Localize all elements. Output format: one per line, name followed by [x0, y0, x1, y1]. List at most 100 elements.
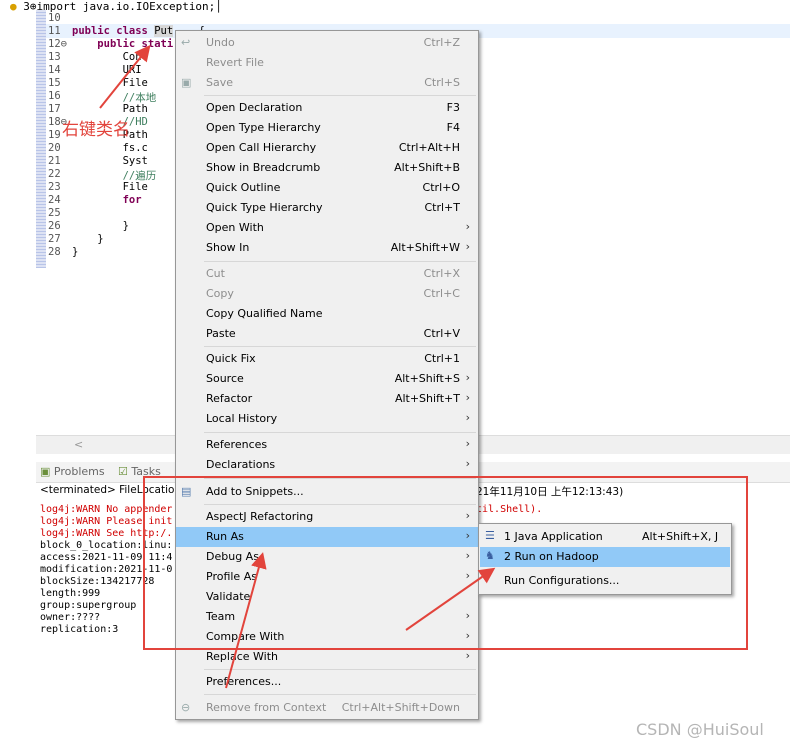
menu-item-refactor[interactable]: Refactor Alt+Shift+T ›	[176, 389, 478, 409]
submenu-item-label: 1 Java Application	[504, 530, 603, 543]
line-number: 16	[48, 90, 61, 102]
code-line: }	[72, 246, 78, 258]
menu-item-compare-with[interactable]: Compare With ›	[176, 627, 478, 647]
menu-item-aspectj-refactoring[interactable]: AspectJ Refactoring ›	[176, 507, 478, 527]
menu-item-label: Quick Outline	[206, 181, 281, 194]
menu-item-remove-from-context[interactable]: ⊖ Remove from Context Ctrl+Alt+Shift+Down	[176, 698, 478, 718]
menu-item-shortcut: Alt+Shift+W	[390, 241, 460, 254]
menu-item-label: Open Type Hierarchy	[206, 121, 321, 134]
console-header-right: 21年11月10日 上午12:13:43)	[476, 486, 624, 498]
menu-item-show-in[interactable]: Show In Alt+Shift+W ›	[176, 238, 478, 258]
submenu-arrow-icon: ›	[465, 411, 470, 424]
menu-item-paste[interactable]: Paste Ctrl+V	[176, 324, 478, 344]
menu-item-debug-as[interactable]: Debug As ›	[176, 547, 478, 567]
console-warn-line: log4j:WARN See http:/.	[40, 528, 173, 539]
tab-problems[interactable]: ▣ Problems	[40, 465, 105, 478]
menu-item-open-call-hierarchy[interactable]: Open Call Hierarchy Ctrl+Alt+H	[176, 138, 478, 158]
menu-item-show-in-breadcrumb[interactable]: Show in Breadcrumb Alt+Shift+B	[176, 158, 478, 178]
menu-item-cut[interactable]: Cut Ctrl+X	[176, 264, 478, 284]
menu-separator	[204, 95, 476, 96]
menu-item-undo[interactable]: ↩ Undo Ctrl+Z	[176, 33, 478, 53]
menu-item-shortcut: Ctrl+Alt+Shift+Down	[341, 701, 460, 714]
code-token: Put	[154, 25, 174, 37]
submenu-arrow-icon: ›	[465, 391, 470, 404]
submenu-item-1-java-application[interactable]: ☰ 1 Java Application Alt+Shift+X, J	[480, 527, 730, 547]
code-token: Path	[122, 103, 148, 115]
console-warn-right: til.Shell).	[476, 504, 543, 515]
line-number: 15	[48, 77, 61, 89]
code-line: }	[72, 220, 129, 232]
line-number: 28	[48, 246, 61, 258]
menu-item-label: Source	[206, 372, 244, 385]
menu-item-declarations[interactable]: Declarations ›	[176, 455, 478, 475]
console-output-line: owner:????	[40, 612, 101, 623]
lightbulb-icon: ●	[10, 0, 17, 13]
menu-item-profile-as[interactable]: Profile As ›	[176, 567, 478, 587]
menu-item-local-history[interactable]: Local History ›	[176, 409, 478, 429]
menu-item-run-as[interactable]: Run As ›	[176, 527, 478, 547]
menu-separator	[204, 346, 476, 347]
menu-item-replace-with[interactable]: Replace With ›	[176, 647, 478, 667]
code-line: File	[72, 77, 148, 89]
menu-item-open-type-hierarchy[interactable]: Open Type Hierarchy F4	[176, 118, 478, 138]
menu-item-validate[interactable]: Validate	[176, 587, 478, 607]
menu-item-quick-fix[interactable]: Quick Fix Ctrl+1	[176, 349, 478, 369]
tasks-icon: ☑	[118, 465, 128, 478]
menu-item-label: Undo	[206, 36, 235, 49]
remove-context-icon: ⊖	[181, 701, 191, 714]
menu-item-shortcut: Ctrl+1	[424, 352, 460, 365]
menu-item-label: Preferences...	[206, 675, 282, 688]
menu-item-add-to-snippets[interactable]: ▤ Add to Snippets...	[176, 482, 478, 502]
snippet-icon: ▤	[181, 485, 192, 498]
console-warn-line: log4j:WARN No appender	[40, 504, 173, 515]
menu-item-save[interactable]: ▣ Save Ctrl+S	[176, 73, 478, 93]
menu-item-copy-qualified-name[interactable]: Copy Qualified Name	[176, 304, 478, 324]
hadoop-elephant-icon: ♞	[485, 549, 495, 562]
menu-item-preferences[interactable]: Preferences...	[176, 672, 478, 692]
menu-item-label: Save	[206, 76, 234, 89]
menu-item-shortcut: Alt+Shift+S	[394, 372, 460, 385]
submenu-arrow-icon: ›	[465, 629, 470, 642]
submenu-item-run-configurations[interactable]: Run Configurations...	[480, 571, 730, 591]
menu-item-copy[interactable]: Copy Ctrl+C	[176, 284, 478, 304]
menu-item-label: Validate	[206, 590, 251, 603]
menu-item-label: Paste	[206, 327, 236, 340]
menu-item-source[interactable]: Source Alt+Shift+S ›	[176, 369, 478, 389]
code-token: Syst	[122, 155, 148, 167]
code-line: fs.c	[72, 142, 148, 154]
submenu-item-2-run-on-hadoop[interactable]: ♞ 2 Run on Hadoop	[480, 547, 730, 567]
menu-item-quick-type-hierarchy[interactable]: Quick Type Hierarchy Ctrl+T	[176, 198, 478, 218]
menu-item-shortcut: Alt+Shift+T	[394, 392, 460, 405]
submenu-arrow-icon: ›	[465, 609, 470, 622]
scroll-left-icon[interactable]: <	[74, 438, 83, 451]
code-line: File	[72, 181, 148, 193]
console-output-line: length:999	[40, 588, 101, 599]
menu-item-open-declaration[interactable]: Open Declaration F3	[176, 98, 478, 118]
problems-icon: ▣	[40, 465, 51, 478]
line-number: 13	[48, 51, 61, 63]
tab-tasks[interactable]: ☑ Tasks	[118, 465, 161, 478]
menu-item-revert-file[interactable]: Revert File	[176, 53, 478, 73]
menu-item-shortcut: Ctrl+V	[423, 327, 460, 340]
menu-separator	[204, 478, 476, 479]
code-token: for	[122, 194, 148, 206]
code-line: Conf	[72, 51, 148, 63]
menu-item-shortcut: Ctrl+S	[424, 76, 460, 89]
line-number: 14	[48, 64, 61, 76]
menu-item-label: AspectJ Refactoring	[206, 510, 314, 523]
menu-item-team[interactable]: Team ›	[176, 607, 478, 627]
menu-item-quick-outline[interactable]: Quick Outline Ctrl+O	[176, 178, 478, 198]
line-number: 17	[48, 103, 61, 115]
submenu-arrow-icon: ›	[465, 437, 470, 450]
menu-item-label: Remove from Context	[206, 701, 327, 714]
menu-item-open-with[interactable]: Open With ›	[176, 218, 478, 238]
menu-item-references[interactable]: References ›	[176, 435, 478, 455]
line-number: 10	[48, 12, 61, 24]
